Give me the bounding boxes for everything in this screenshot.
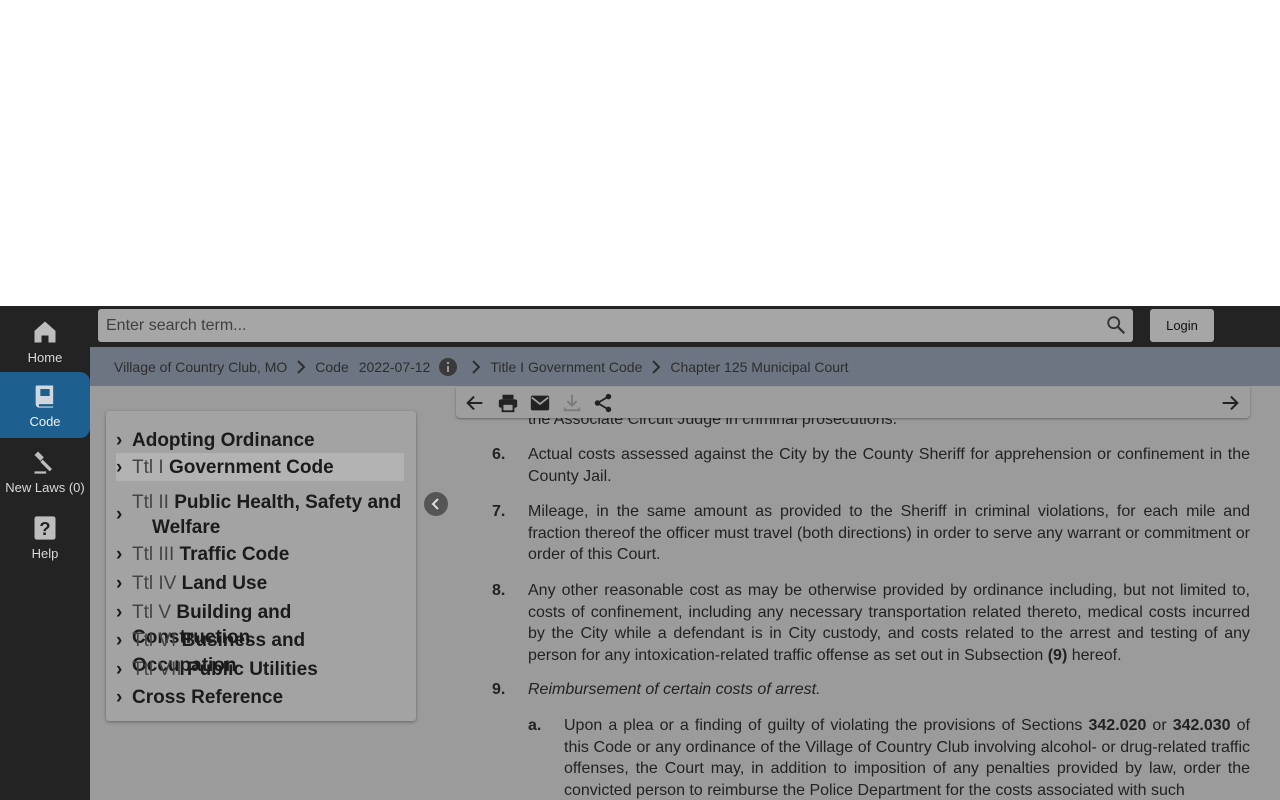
chevron-right-icon: › bbox=[116, 544, 123, 565]
nav-home-label: Home bbox=[27, 349, 63, 365]
toc-item-prefix: Ttl IV bbox=[132, 573, 177, 594]
nav-help-label: Help bbox=[31, 545, 59, 561]
toc-item-cross-reference[interactable]: › Cross Reference bbox=[116, 685, 404, 710]
search-icon[interactable] bbox=[1105, 314, 1127, 336]
item-text-part: hereof. bbox=[1067, 646, 1122, 664]
item-text: Actual costs assessed against the City b… bbox=[528, 446, 1250, 485]
toc-item-title: Cross Reference bbox=[132, 687, 284, 708]
arrow-left-icon[interactable] bbox=[464, 392, 486, 414]
toc-item-prefix: Ttl III bbox=[132, 544, 175, 565]
breadcrumb: Village of Country Club, MO Code 2022-07… bbox=[90, 347, 1280, 386]
search-box bbox=[98, 309, 1133, 342]
nav-new-laws-label: New Laws (0) bbox=[5, 479, 85, 495]
chevron-right-icon: › bbox=[116, 457, 123, 478]
crumb-title[interactable]: Title I Government Code bbox=[490, 359, 642, 375]
crumb-code[interactable]: Code bbox=[315, 359, 348, 375]
document-content: the Associate Circuit Judge in criminal … bbox=[456, 406, 1256, 800]
subitem-number: a. bbox=[528, 717, 542, 734]
toc-item-title: Traffic Code bbox=[179, 544, 290, 565]
toc-item-title-cont: Welfare bbox=[152, 517, 221, 538]
toc-item-title: Government Code bbox=[168, 457, 334, 478]
info-icon[interactable] bbox=[439, 357, 458, 376]
search-input[interactable] bbox=[98, 309, 1098, 342]
share-icon[interactable] bbox=[592, 392, 614, 414]
nav-code-label: Code bbox=[29, 413, 61, 429]
toc-item-title: Adopting Ordinance bbox=[132, 430, 315, 451]
toc-item-title-3[interactable]: › Ttl III Traffic Code bbox=[116, 542, 404, 567]
chevron-left-icon bbox=[431, 498, 439, 510]
arrow-right-icon[interactable] bbox=[1219, 392, 1241, 414]
chevron-right-icon: › bbox=[116, 687, 123, 708]
item-number: 8. bbox=[492, 582, 506, 599]
gavel-icon bbox=[34, 451, 52, 474]
toc-item-title-1[interactable]: › Ttl I Government Code bbox=[116, 453, 404, 481]
chevron-right-icon: › bbox=[116, 659, 123, 680]
toc-item-prefix: Ttl I bbox=[132, 457, 164, 478]
top-bar: Login bbox=[90, 306, 1280, 347]
chevron-right-icon: › bbox=[116, 630, 123, 651]
svg-text:?: ? bbox=[39, 518, 50, 539]
help-icon: ? bbox=[34, 515, 56, 540]
book-icon bbox=[35, 385, 54, 408]
chevron-right-icon bbox=[297, 359, 306, 374]
item-text: Mileage, in the same amount as provided … bbox=[528, 503, 1250, 563]
item-text-part: Any other reasonable cost as may be othe… bbox=[528, 582, 1250, 664]
toc-item-title: Public Utilities bbox=[186, 659, 318, 680]
nav-help[interactable]: ? Help bbox=[0, 504, 90, 570]
print-icon[interactable] bbox=[497, 392, 519, 414]
toc-item-prefix: Ttl VII bbox=[132, 659, 182, 680]
subitem-text: Upon a plea or a finding of guilty of vi… bbox=[564, 715, 1250, 800]
toc-item-prefix: Ttl V bbox=[132, 602, 172, 623]
toc-item-title-4[interactable]: › Ttl IV Land Use bbox=[116, 571, 404, 596]
chevron-right-icon bbox=[472, 359, 481, 374]
nav-home[interactable]: Home bbox=[0, 308, 90, 374]
nav-code[interactable]: Code bbox=[0, 372, 90, 438]
app-shell: Home Code New Laws (0) ? Help Login Vill… bbox=[0, 306, 1280, 800]
left-nav: Home Code New Laws (0) ? Help bbox=[0, 306, 90, 800]
chevron-right-icon bbox=[652, 359, 661, 374]
toc-panel: › Adopting Ordinance › Ttl I Government … bbox=[106, 411, 416, 721]
item-number: 9. bbox=[492, 681, 506, 698]
email-icon[interactable] bbox=[529, 392, 551, 414]
item-text: Any other reasonable cost as may be othe… bbox=[528, 580, 1250, 666]
crumb-municipality[interactable]: Village of Country Club, MO bbox=[114, 359, 287, 375]
chevron-right-icon: › bbox=[116, 430, 123, 451]
chevron-right-icon: › bbox=[116, 602, 123, 623]
item-number: 7. bbox=[492, 503, 506, 520]
home-icon bbox=[34, 321, 56, 342]
nav-new-laws[interactable]: New Laws (0) bbox=[0, 438, 90, 504]
chevron-right-icon: › bbox=[116, 573, 123, 594]
section-link[interactable]: 342.030 bbox=[1173, 717, 1231, 734]
toc-item-adopting-ordinance[interactable]: › Adopting Ordinance bbox=[116, 428, 404, 453]
toc-item-title: Land Use bbox=[181, 573, 268, 594]
toc-item-title-7[interactable]: › Ttl VII Public Utilities bbox=[116, 657, 404, 682]
toc-item-title: Public Health, Safety and bbox=[174, 492, 402, 513]
toc-item-prefix: Ttl II bbox=[132, 492, 169, 513]
document-toolbar bbox=[456, 387, 1250, 418]
collapse-toc-button[interactable] bbox=[424, 492, 448, 516]
toc-item-title-2[interactable]: › Ttl II Public Health, Safety and Welfa… bbox=[116, 490, 404, 540]
login-button[interactable]: Login bbox=[1150, 309, 1214, 342]
crumb-chapter[interactable]: Chapter 125 Municipal Court bbox=[670, 359, 848, 375]
section-link[interactable]: 342.020 bbox=[1089, 717, 1147, 734]
item-number: 6. bbox=[492, 446, 506, 463]
item-heading: Reimbursement of certain costs of arrest… bbox=[528, 681, 821, 698]
crumb-version-date[interactable]: 2022-07-12 bbox=[359, 359, 431, 375]
download-icon[interactable] bbox=[561, 392, 583, 414]
subitem-text-part: or bbox=[1146, 717, 1173, 734]
toc-item-prefix: Ttl VI bbox=[132, 630, 177, 651]
chevron-right-icon: › bbox=[116, 504, 123, 525]
subitem-text-part: Upon a plea or a finding of guilty of vi… bbox=[564, 717, 1089, 734]
subsection-link[interactable]: (9) bbox=[1048, 647, 1068, 664]
